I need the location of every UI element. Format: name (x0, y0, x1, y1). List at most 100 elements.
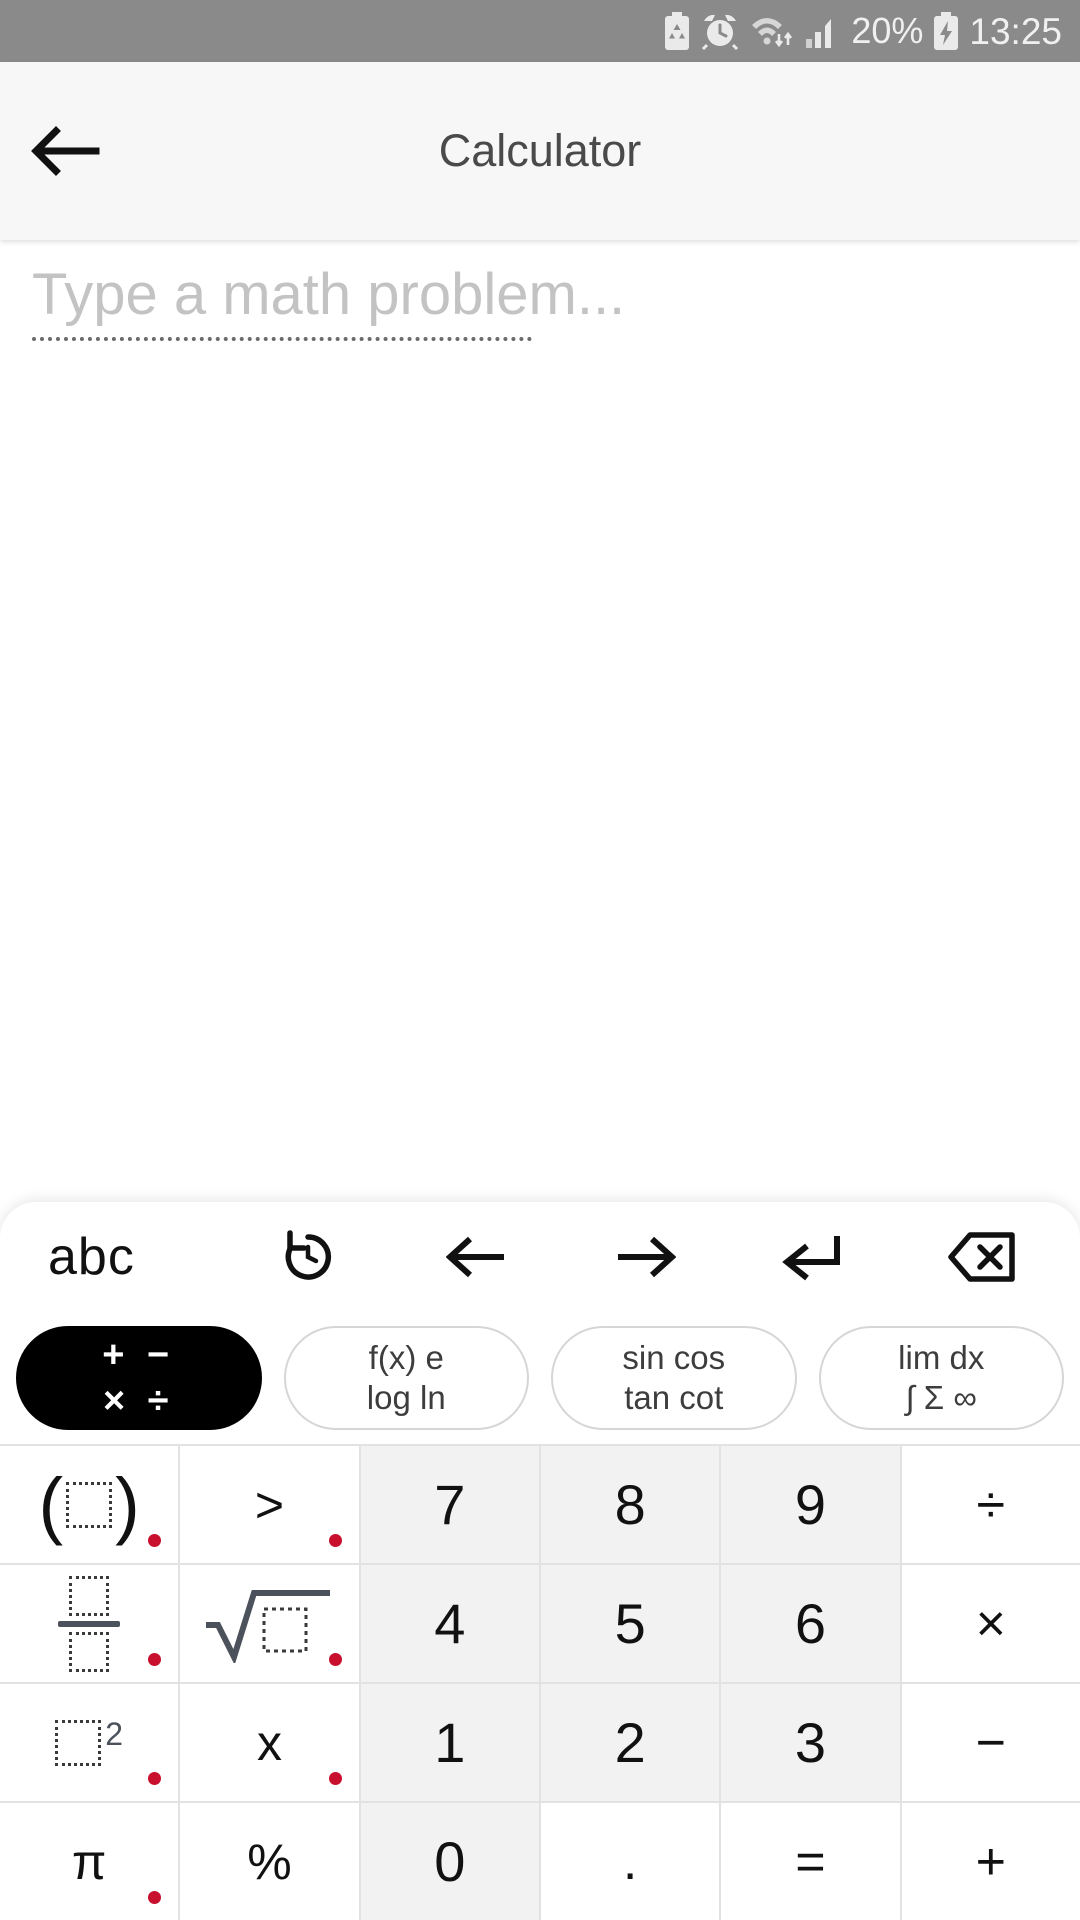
alarm-clock-icon (701, 12, 739, 50)
key-greater-than[interactable]: > (180, 1446, 359, 1563)
key-equals-label: = (795, 1832, 826, 1891)
key-fraction[interactable] (0, 1565, 179, 1682)
pill-basic-operators[interactable]: + − × ÷ (16, 1326, 262, 1430)
charging-battery-icon (933, 12, 959, 50)
key-5[interactable]: 5 (540, 1565, 720, 1682)
key-plus-label: + (975, 1832, 1006, 1891)
key-pi[interactable]: π (0, 1803, 179, 1920)
math-input-placeholder: Type a math problem... (32, 262, 626, 327)
abc-toggle-button[interactable]: abc (24, 1202, 224, 1312)
key-multiply-label: × (975, 1594, 1006, 1653)
math-keyboard: abc + − × ÷ f(x) e log ln sin cos tan co… (0, 1202, 1080, 1920)
key-percent-label: % (247, 1833, 292, 1890)
battery-percent-label: 20% (851, 10, 924, 51)
enter-button[interactable] (729, 1202, 897, 1312)
longpress-dot (148, 1772, 162, 1785)
key-equals[interactable]: = (721, 1803, 900, 1920)
key-4[interactable]: 4 (360, 1565, 539, 1682)
key-7[interactable]: 7 (360, 1446, 539, 1563)
signal-bars-icon (805, 13, 841, 49)
backspace-button[interactable] (898, 1202, 1066, 1312)
longpress-dot (148, 1653, 162, 1666)
clock-label: 13:25 (969, 10, 1062, 52)
longpress-dot (148, 1534, 162, 1547)
pill-basic-operators-line2: × ÷ (102, 1380, 175, 1422)
key-0[interactable]: 0 (360, 1803, 539, 1920)
parentheses-glyph: () (38, 1462, 140, 1546)
fraction-glyph (58, 1575, 121, 1672)
keyboard-toolbar: abc (0, 1202, 1080, 1312)
longpress-dot (328, 1653, 342, 1666)
pill-calculus-line2: ∫ Σ ∞ (905, 1379, 977, 1416)
app-bar: Calculator (0, 62, 1080, 240)
key-2-label: 2 (614, 1711, 646, 1774)
key-5-label: 5 (614, 1592, 646, 1655)
key-1[interactable]: 1 (360, 1684, 539, 1801)
backspace-icon (948, 1231, 1016, 1283)
square-root-glyph (204, 1585, 334, 1663)
power-squared-glyph: 2 (55, 1716, 123, 1766)
pill-calculus[interactable]: lim dx ∫ Σ ∞ (818, 1326, 1064, 1430)
key-multiply[interactable]: × (901, 1565, 1080, 1682)
arrow-left-icon (445, 1232, 508, 1282)
key-percent[interactable]: % (180, 1803, 359, 1920)
pill-functions-line1: f(x) e (368, 1338, 444, 1376)
key-divide[interactable]: ÷ (901, 1446, 1080, 1563)
abc-label: abc (48, 1228, 135, 1286)
key-2[interactable]: 2 (540, 1684, 720, 1801)
key-variable-x[interactable]: x (180, 1684, 359, 1801)
key-4-label: 4 (434, 1592, 466, 1655)
key-3-label: 3 (794, 1711, 827, 1774)
page-title: Calculator (438, 125, 642, 176)
longpress-dot (328, 1772, 342, 1785)
key-8[interactable]: 8 (540, 1446, 720, 1563)
key-square-root[interactable] (180, 1565, 359, 1682)
key-plus[interactable]: + (901, 1803, 1080, 1920)
cursor-left-button[interactable] (392, 1202, 560, 1312)
key-6-label: 6 (794, 1592, 827, 1655)
pill-trigonometry-line2: tan cot (624, 1379, 724, 1416)
pill-basic-operators-line1: + − (102, 1333, 176, 1376)
pill-trigonometry[interactable]: sin cos tan cot (551, 1326, 797, 1430)
key-7-label: 7 (434, 1473, 466, 1536)
key-minus[interactable]: − (901, 1684, 1080, 1801)
key-9[interactable]: 9 (721, 1446, 900, 1563)
history-icon (279, 1228, 337, 1286)
key-minus-label: − (975, 1713, 1006, 1772)
key-1-label: 1 (434, 1711, 466, 1774)
key-power-squared[interactable]: 2 (0, 1684, 179, 1801)
math-input-area[interactable]: Type a math problem... (0, 240, 1080, 1202)
pill-calculus-line1: lim dx (898, 1338, 985, 1376)
arrow-right-icon (614, 1232, 677, 1282)
key-decimal-point[interactable]: . (540, 1803, 720, 1920)
keyboard-category-pills: + − × ÷ f(x) e log ln sin cos tan cot li… (0, 1312, 1080, 1444)
math-input-field[interactable]: Type a math problem... (32, 262, 625, 341)
power-saving-battery-icon (663, 12, 691, 50)
key-9-label: 9 (794, 1473, 827, 1536)
wifi-icon (749, 13, 795, 49)
enter-return-icon (781, 1230, 845, 1284)
back-button[interactable] (0, 62, 130, 240)
keypad-grid: () > 7 8 9 ÷ 4 5 6 × 2 x 1 2 3 − π % 0 .… (0, 1444, 1080, 1920)
longpress-dot (328, 1534, 342, 1547)
key-decimal-point-label: . (622, 1832, 638, 1891)
back-arrow-icon (30, 123, 100, 179)
pill-functions-line2: log ln (366, 1379, 446, 1416)
key-pi-label: π (71, 1833, 107, 1890)
key-variable-x-label: x (256, 1714, 282, 1771)
longpress-dot (148, 1891, 162, 1904)
calculator-app: 20% 13:25 Calculator Type a math problem… (0, 0, 1080, 1920)
status-bar: 20% 13:25 (0, 0, 1080, 62)
key-8-label: 8 (614, 1473, 646, 1536)
key-divide-label: ÷ (976, 1475, 1006, 1534)
key-0-label: 0 (434, 1830, 466, 1893)
pill-functions[interactable]: f(x) e log ln (283, 1326, 529, 1430)
pill-trigonometry-line1: sin cos (622, 1338, 726, 1376)
key-6[interactable]: 6 (721, 1565, 900, 1682)
key-3[interactable]: 3 (721, 1684, 900, 1801)
history-button[interactable] (224, 1202, 392, 1312)
key-greater-than-label: > (254, 1476, 285, 1533)
input-underline (32, 336, 532, 341)
key-parentheses[interactable]: () (0, 1446, 179, 1563)
cursor-right-button[interactable] (561, 1202, 729, 1312)
